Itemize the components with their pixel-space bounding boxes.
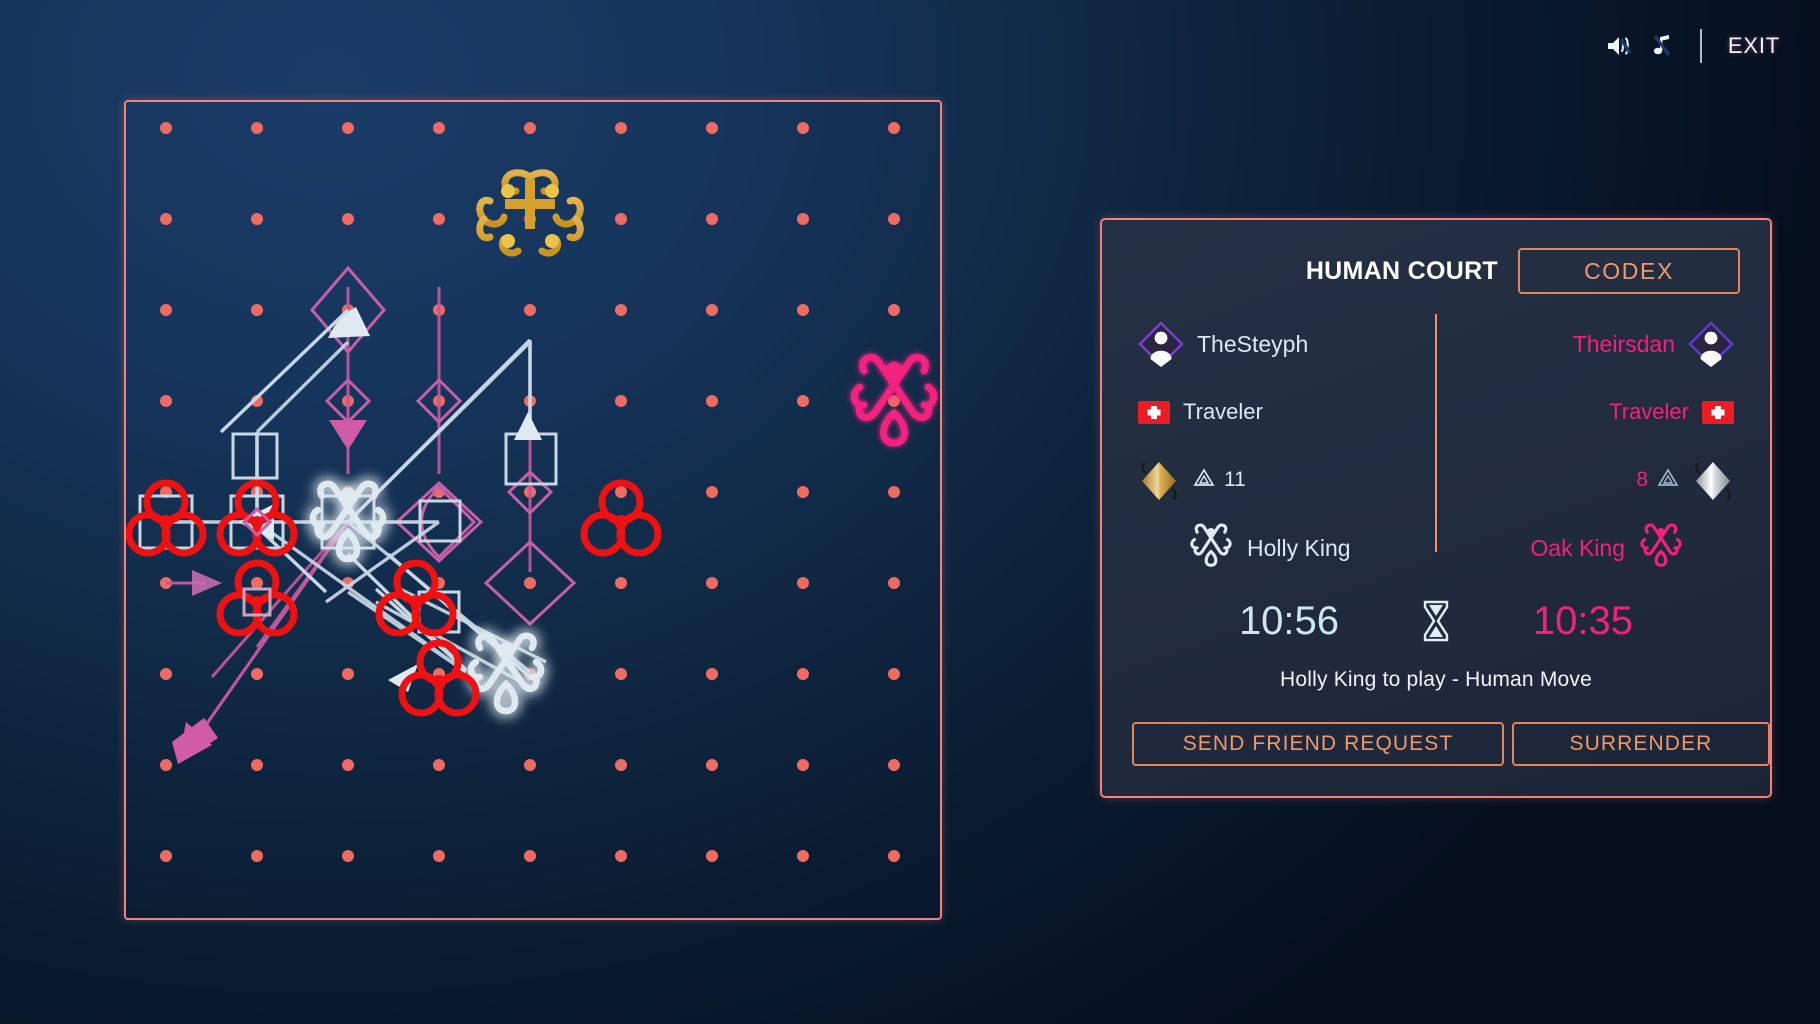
exit-button[interactable]: EXIT [1728, 33, 1780, 59]
right-player-rank: 8 [1436, 457, 1740, 503]
left-player-title-label: Traveler [1183, 399, 1263, 424]
left-rank-value: 11 [1224, 468, 1246, 491]
right-player-name-label: Theirsdan [1572, 330, 1675, 357]
left-king-label: Holly King [1247, 534, 1351, 561]
hourglass-icon [1404, 600, 1468, 642]
right-king-label: Oak King [1530, 534, 1625, 561]
left-player-name: TheSteyph [1132, 321, 1436, 367]
panel-actions: SEND FRIEND REQUEST SURRENDER [1132, 722, 1770, 766]
right-player-name: Theirsdan [1436, 321, 1740, 367]
right-rank-value: 8 [1636, 468, 1648, 491]
game-screen: EXIT HUMAN COURT CODEX TheSteyph Theirsd… [0, 0, 1820, 1024]
piece-red-trefoil[interactable] [216, 559, 298, 637]
gold-diamond-icon [1138, 457, 1180, 503]
panel-header: HUMAN COURT CODEX [1132, 246, 1740, 296]
speaker-muted-icon[interactable] [1602, 29, 1636, 63]
silver-diamond-icon [1692, 457, 1734, 503]
players-divider [1435, 314, 1437, 552]
left-player-title: Traveler [1132, 399, 1436, 425]
right-player-clock: 10:35 [1532, 598, 1634, 643]
codex-button[interactable]: CODEX [1518, 248, 1740, 294]
players-comparison: TheSteyph Theirsdan Traveler Traveler 11… [1132, 310, 1740, 582]
clock-row: 10:56 10:35 [1132, 584, 1740, 658]
page-title: HUMAN COURT [1305, 256, 1498, 285]
avatar [1688, 321, 1734, 367]
surrender-button[interactable]: SURRENDER [1512, 722, 1770, 766]
right-player-title: Traveler [1436, 399, 1740, 425]
left-player-clock: 10:56 [1238, 598, 1340, 643]
magenta-small-arrow [166, 570, 222, 596]
game-board[interactable] [124, 100, 942, 920]
swiss-flag-icon [1138, 400, 1170, 424]
swiss-flag-icon [1702, 400, 1734, 424]
left-player-rank: 11 [1132, 457, 1436, 503]
triangle-icon [1657, 467, 1679, 493]
left-player-name-label: TheSteyph [1197, 330, 1309, 357]
turn-status-text: Holly King to play - Human Move [1280, 668, 1592, 691]
oak-king-icon [1638, 523, 1684, 574]
music-note-muted-icon[interactable] [1644, 29, 1678, 63]
piece-gold-cross[interactable] [476, 169, 584, 257]
toolbar-divider [1699, 29, 1702, 63]
left-player-king: Holly King [1132, 523, 1436, 574]
send-friend-request-button[interactable]: SEND FRIEND REQUEST [1132, 722, 1504, 766]
right-player-king: Oak King [1436, 523, 1740, 574]
board-canvas [126, 122, 938, 862]
triangle-icon [1193, 467, 1215, 493]
top-toolbar: EXIT [1594, 0, 1820, 92]
right-player-title-label: Traveler [1609, 399, 1689, 424]
avatar [1138, 321, 1184, 367]
match-info-panel: HUMAN COURT CODEX TheSteyph Theirsdan Tr… [1100, 218, 1772, 798]
holly-king-icon [1188, 523, 1234, 574]
